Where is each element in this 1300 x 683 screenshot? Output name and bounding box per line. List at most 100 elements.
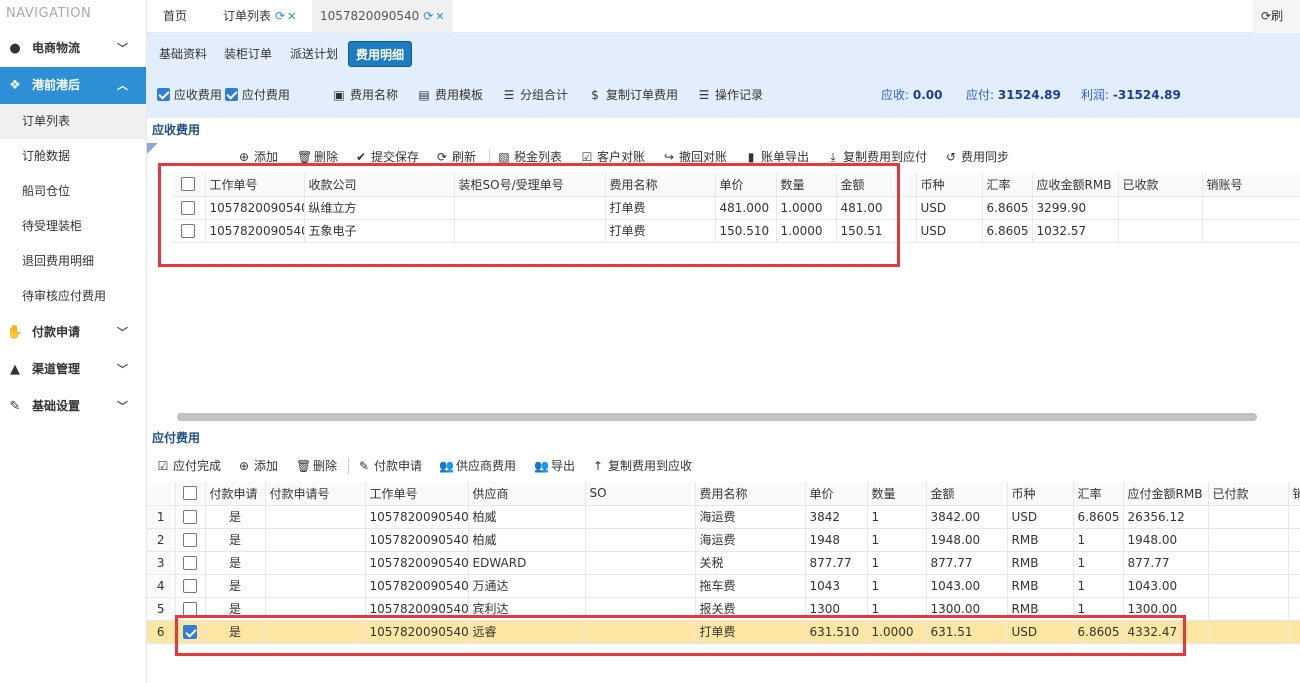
tab-order-list[interactable]: 订单列表 ⟳ ✕ [215,0,304,33]
col-header[interactable]: 金额 [836,173,917,197]
nav-sub-order-list[interactable]: 订单列表 [0,104,146,139]
horizontal-scrollbar[interactable] [177,413,1257,421]
nav-sub-returned-fees[interactable]: 退回费用明细 [0,244,146,279]
col-header[interactable]: 付款申请号 [265,482,366,506]
ar-delete-button[interactable]: 🗑 删除 [297,148,338,166]
nav-menu-payment[interactable]: ✋ 付款申请 ﹀ [0,314,146,351]
ar-bill-export-button[interactable]: ▮ 账单导出 [744,148,809,166]
nav-sub-carrier-space[interactable]: 船司仓位 [0,174,146,209]
col-header[interactable]: 数量 [867,482,927,506]
col-header[interactable]: SO [585,482,696,506]
table-row[interactable]: 1 是 1057820090540 柏威 海运费 3842 1 3842.00 USD 6.860… [147,505,1300,529]
subtab-container-orders[interactable]: 装柜订单 [220,41,276,67]
ap-supplier-fee-button[interactable]: 👥 供应商费用 [439,457,516,475]
close-icon[interactable]: ✕ [287,10,296,23]
ar-copy-to-ap-button[interactable]: ⤓ 复制费用到应付 [826,148,927,166]
refresh-button[interactable]: ⟳刷新 [1253,0,1300,56]
table-row[interactable]: 6 是 1057820090540 远睿 打单费 631.510 1.0000 631.51 U… [147,620,1300,644]
nav-menu-port[interactable]: ❖ 港前港后 ︿ [0,67,146,104]
table-cell: 1057820090540 [205,219,305,243]
table-row[interactable]: 4 是 1057820090540 万通达 拖车费 1043 1 1043.00 RMB 1 104… [147,574,1300,598]
col-header[interactable]: 工作单号 [365,482,469,506]
row-checkbox[interactable] [175,505,206,529]
ap-delete-button[interactable]: 🗑 删除 [296,457,337,475]
operation-log-button[interactable]: ☰ 操作记录 [696,86,763,104]
select-all-checkbox[interactable] [171,173,206,197]
nav-sub-pending-loading[interactable]: 待受理装柜 [0,209,146,244]
row-checkbox[interactable] [175,551,206,575]
refresh-icon[interactable]: ⟳ [423,9,433,23]
tab-home[interactable]: 首页 [155,0,195,33]
col-header[interactable]: 付款申请 [205,482,266,506]
col-header[interactable]: 应付金额RMB [1123,482,1209,506]
table-row[interactable]: 1057820090540 纵维立方 打单费 481.000 1.0000 481.00 U… [171,196,1300,220]
tab-order-detail[interactable]: 1057820090540 ⟳ ✕ [312,0,452,33]
col-header[interactable]: 单价 [715,173,777,197]
nav-menu-settings[interactable]: ✎ 基础设置 ﹀ [0,388,146,425]
nav-sub-booking-data[interactable]: 订舱数据 [0,139,146,174]
ar-refresh-button[interactable]: ⟳ 刷新 [435,148,476,166]
ar-reconcile-button[interactable]: ☑ 客户对账 [580,148,645,166]
col-header[interactable]: 单价 [805,482,868,506]
row-checkbox[interactable] [175,597,206,621]
fee-name-button[interactable]: ▣ 费用名称 [331,86,398,104]
col-header[interactable]: 汇率 [982,173,1033,197]
col-header[interactable]: 币种 [916,173,983,197]
ap-export-button[interactable]: 👥 导出 [534,457,575,475]
col-header[interactable]: 费用名称 [695,482,806,506]
col-header[interactable]: 费用名称 [605,173,716,197]
nav-menu-ecommerce[interactable]: ● 电商物流 ﹀ [0,30,146,67]
col-header[interactable]: 应收金额RMB [1032,173,1119,197]
ar-undo-reconcile-button[interactable]: ↪ 撤回对账 [662,148,727,166]
col-header[interactable]: 装柜SO号/受理单号 [454,173,606,197]
ap-payment-request-button[interactable]: ✎ 付款申请 [357,457,422,475]
chevron-down-icon: ﹀ [117,326,128,339]
ar-save-button[interactable]: ✔ 提交保存 [354,148,419,166]
col-header[interactable]: 供应商 [468,482,586,506]
subtab-fee-detail[interactable]: 费用明细 [348,41,413,67]
table-row[interactable]: 3 是 1057820090540 EDWARD 关税 877.77 1 877.77 RMB 1… [147,551,1300,575]
table-cell: 3299.90 [1032,196,1119,220]
table-row[interactable]: 2 是 1057820090540 柏威 海运费 1948 1 1948.00 RMB 1 1948… [147,528,1300,552]
ar-tax-list-button[interactable]: ▧ 税金列表 [497,148,562,166]
table-cell: 是 [205,551,266,575]
col-header[interactable]: 数量 [776,173,837,197]
row-checkbox[interactable] [175,574,206,598]
col-header[interactable]: 金额 [926,482,1008,506]
ar-fees-checkbox[interactable]: 应收费用 [157,86,222,104]
check-square-icon: ☑ [581,150,593,164]
col-header[interactable]: 汇率 [1073,482,1124,506]
subtab-basic-info[interactable]: 基础资料 [155,41,211,67]
nav-menu-channel[interactable]: ▲ 渠道管理 ﹀ [0,351,146,388]
table-cell: 150.51 [836,219,917,243]
ap-add-button[interactable]: ⊕ 添加 [237,457,278,475]
select-all-checkbox[interactable] [175,482,206,506]
table-row[interactable]: 5 是 1057820090540 宾利达 报关费 1300 1 1300.00 RMB 1 130… [147,597,1300,621]
refresh-icon[interactable]: ⟳ [275,9,285,23]
ar-add-button[interactable]: ⊕ 添加 [237,148,278,166]
col-header[interactable]: 币种 [1007,482,1074,506]
table-cell: 1 [867,528,927,552]
col-header[interactable]: 收款公司 [304,173,455,197]
fee-template-button[interactable]: ▤ 费用模板 [416,86,483,104]
col-header[interactable]: 已收款 [1118,173,1203,197]
col-header[interactable]: 销 [1288,482,1300,506]
subtab-delivery-plan[interactable]: 派送计划 [286,41,342,67]
ap-fees-checkbox[interactable]: 应付费用 [225,86,290,104]
ap-complete-button[interactable]: ☑ 应付完成 [156,457,221,475]
ar-fee-sync-button[interactable]: ↺ 费用同步 [944,148,1009,166]
nav-sub-pending-payables[interactable]: 待审核应付费用 [0,279,146,314]
ap-copy-to-ar-button[interactable]: ↑ 复制费用到应收 [591,457,692,475]
row-checkbox[interactable] [175,528,206,552]
col-header[interactable]: 工作单号 [205,173,305,197]
copy-order-fee-button[interactable]: $ 复制订单费用 [587,86,678,104]
col-header[interactable]: 已付款 [1208,482,1289,506]
table-row[interactable]: 1057820090540 五象电子 打单费 150.510 1.0000 150.51 U… [171,219,1300,243]
row-checkbox[interactable] [175,620,206,644]
group-total-button[interactable]: ☰ 分组合计 [501,86,568,104]
row-checkbox[interactable] [171,219,206,243]
row-checkbox[interactable] [171,196,206,220]
close-icon[interactable]: ✕ [435,10,444,23]
col-header[interactable]: 销账号 [1202,173,1300,197]
ap-header-row: 付款申请 付款申请号 工作单号 供应商 SO 费用名称 单价 数量 金额 币种 … [147,482,1300,506]
